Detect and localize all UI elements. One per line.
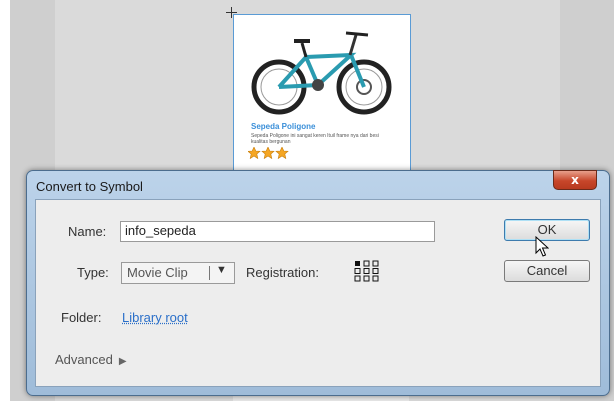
disclosure-triangle-icon: ▶ xyxy=(118,356,127,367)
folder-label: Folder: xyxy=(61,310,102,325)
star-rating xyxy=(248,147,289,159)
star-icon xyxy=(275,147,289,159)
advanced-toggle[interactable]: Advanced ▶ xyxy=(55,352,127,367)
dialog-title: Convert to Symbol xyxy=(36,179,143,194)
close-button[interactable]: x xyxy=(553,170,597,190)
product-card[interactable]: Sepeda Poligone Sepeda Poligone ini sang… xyxy=(233,14,411,176)
star-icon xyxy=(248,147,261,159)
dialog-body: Name: info_sepeda Type: Movie Clip ▼ Reg… xyxy=(35,199,601,387)
folder-link[interactable]: Library root xyxy=(122,310,188,325)
product-description: Sepeda Poligone ini sangat keren Ituil f… xyxy=(251,133,379,145)
registration-grid-icon[interactable] xyxy=(354,260,380,282)
registration-label: Registration: xyxy=(246,265,319,280)
mouse-cursor-icon xyxy=(535,236,549,257)
type-select-value: Movie Clip xyxy=(127,265,188,280)
convert-to-symbol-dialog: Convert to Symbol x Name: info_sepeda Ty… xyxy=(26,170,610,396)
bicycle-image xyxy=(251,31,392,115)
close-icon: x xyxy=(571,173,579,187)
type-select-divider xyxy=(209,266,210,280)
crosshair-icon-vertical xyxy=(231,7,232,18)
dropdown-arrow-icon: ▼ xyxy=(216,264,227,276)
type-select[interactable]: Movie Clip ▼ xyxy=(121,262,235,284)
left-margin xyxy=(0,0,10,401)
advanced-label: Advanced xyxy=(55,352,113,367)
cancel-button[interactable]: Cancel xyxy=(504,260,590,282)
star-icon xyxy=(261,147,275,159)
name-input[interactable]: info_sepeda xyxy=(120,221,435,242)
product-title: Sepeda Poligone xyxy=(251,122,316,131)
type-label: Type: xyxy=(77,265,109,280)
name-label: Name: xyxy=(68,224,107,239)
